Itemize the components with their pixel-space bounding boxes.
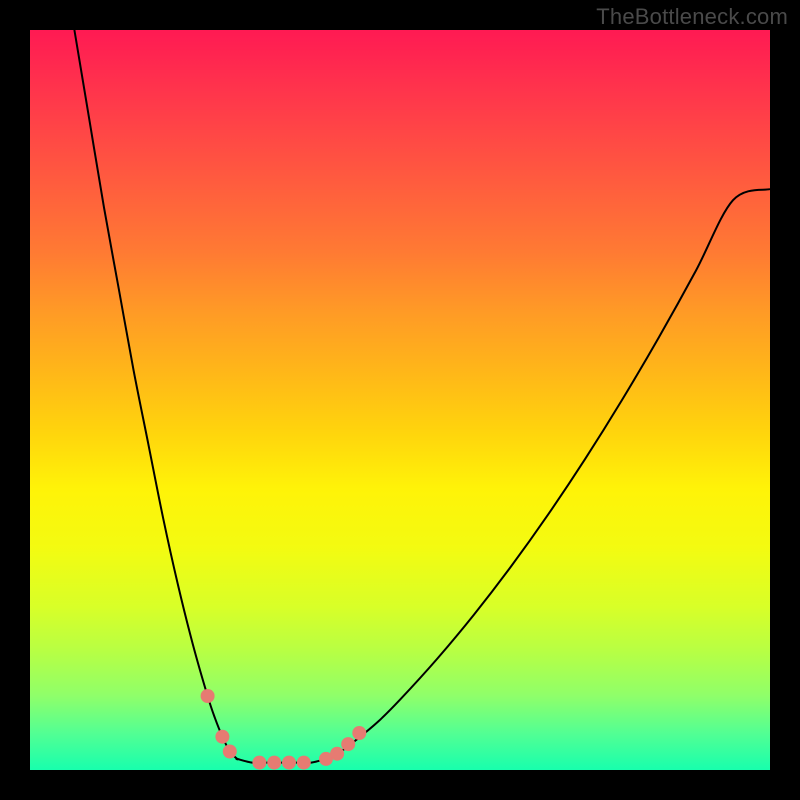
chart-svg — [30, 30, 770, 770]
data-point — [282, 756, 296, 770]
data-point — [215, 730, 229, 744]
data-point — [252, 756, 266, 770]
data-point — [223, 745, 237, 759]
chart-frame: TheBottleneck.com — [0, 0, 800, 800]
data-point — [297, 756, 311, 770]
marker-group — [201, 689, 367, 770]
watermark-text: TheBottleneck.com — [596, 4, 788, 30]
data-point — [201, 689, 215, 703]
plot-area — [30, 30, 770, 770]
curve-group — [74, 30, 770, 763]
data-point — [341, 737, 355, 751]
data-point — [352, 726, 366, 740]
data-point — [267, 756, 281, 770]
bottleneck-curve — [74, 30, 770, 763]
data-point — [330, 747, 344, 761]
